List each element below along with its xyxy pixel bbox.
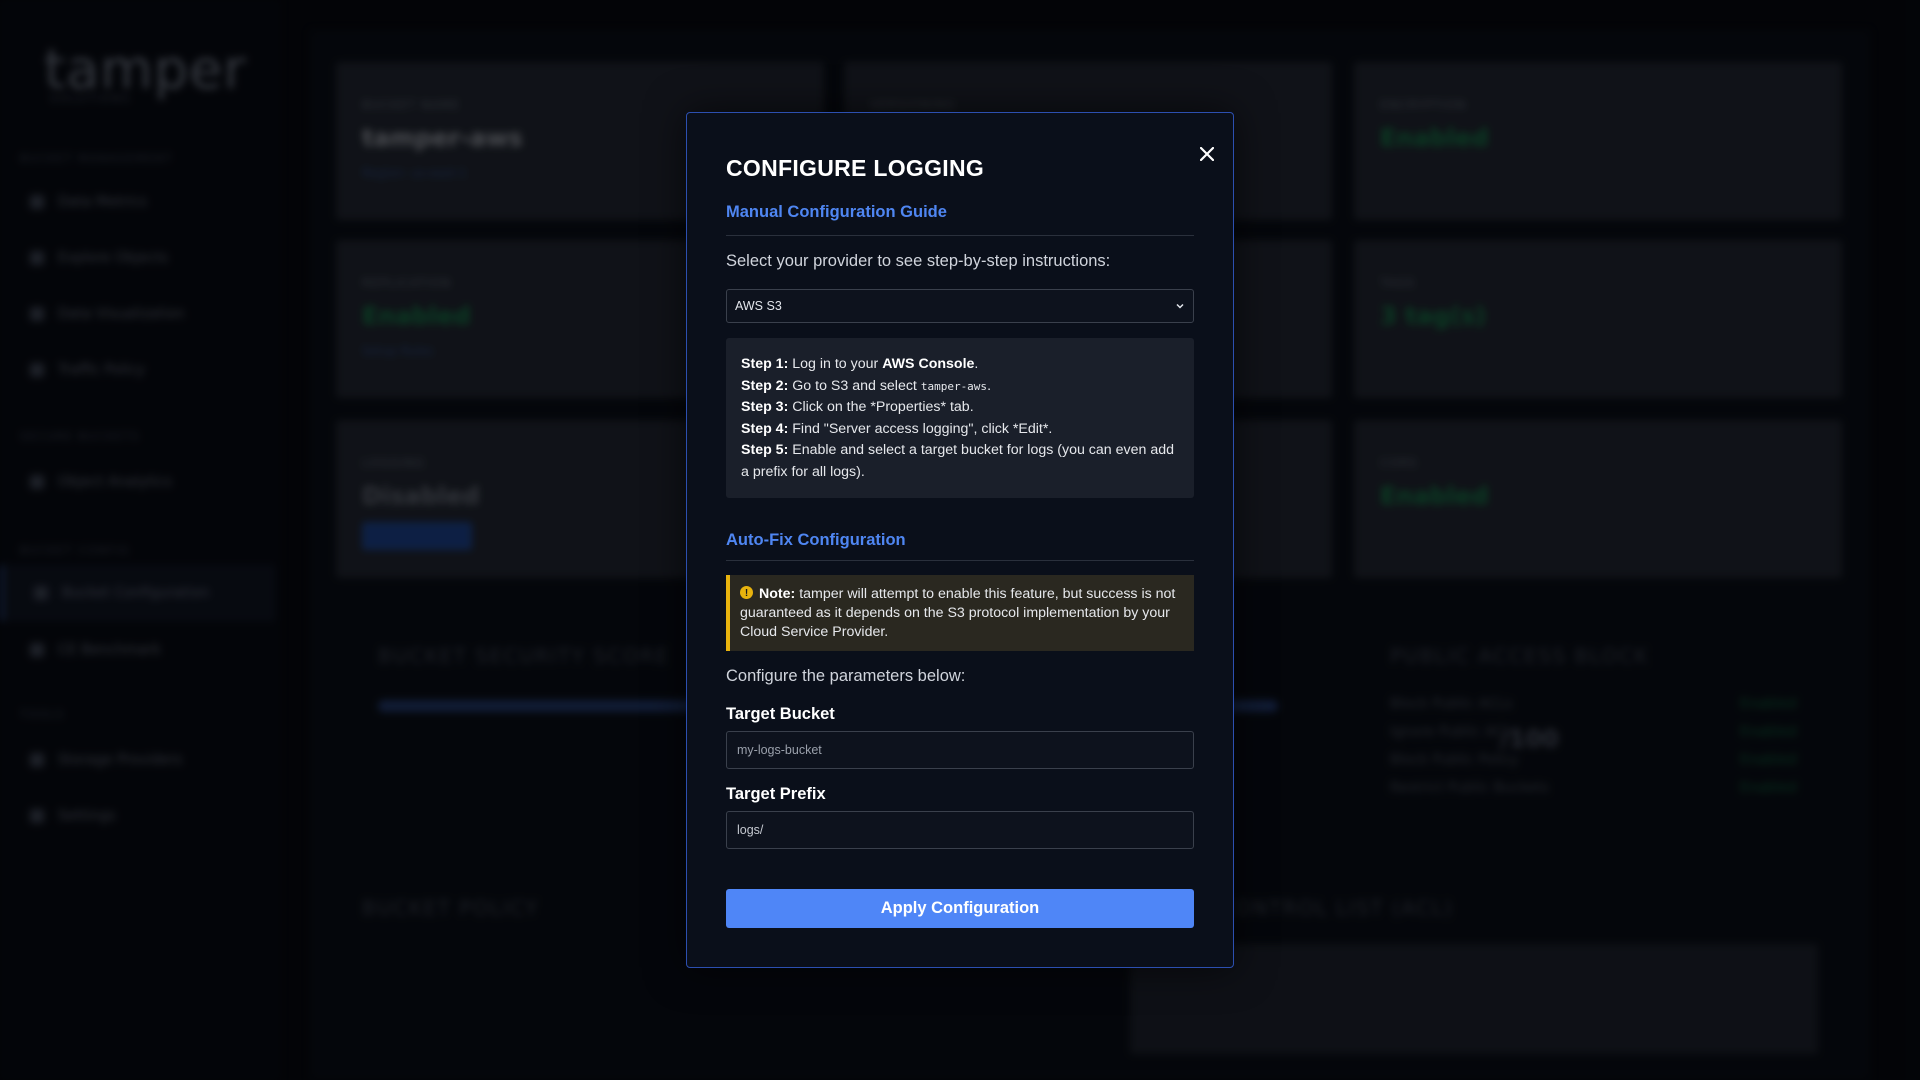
divider bbox=[726, 560, 1194, 561]
note-label: Note: bbox=[759, 586, 796, 602]
autofix-title: Auto-Fix Configuration bbox=[726, 531, 906, 549]
target-bucket-label: Target Bucket bbox=[726, 705, 835, 723]
divider bbox=[726, 235, 1194, 236]
configure-logging-modal: CONFIGURE LOGGING Manual Configuration G… bbox=[686, 112, 1234, 968]
manual-guide-title: Manual Configuration Guide bbox=[726, 203, 947, 221]
close-button[interactable] bbox=[1192, 139, 1222, 169]
provider-select[interactable]: AWS S3 bbox=[726, 289, 1194, 323]
target-prefix-input[interactable] bbox=[726, 811, 1194, 849]
provider-prompt: Select your provider to see step-by-step… bbox=[726, 252, 1111, 270]
params-prompt: Configure the parameters below: bbox=[726, 667, 966, 685]
step-1: Step 1: Log in to your AWS Console. bbox=[741, 356, 979, 372]
steps-box: Step 1: Log in to your AWS Console. Step… bbox=[726, 338, 1194, 498]
note-text: tamper will attempt to enable this featu… bbox=[740, 586, 1176, 640]
autofix-note: Note: tamper will attempt to enable this… bbox=[726, 575, 1194, 651]
step-3: Step 3: Click on the *Properties* tab. bbox=[741, 399, 974, 415]
step-5: Step 5: Enable and select a target bucke… bbox=[741, 442, 1174, 480]
step-2: Step 2: Go to S3 and select tamper-aws. bbox=[741, 377, 992, 394]
modal-title: CONFIGURE LOGGING bbox=[726, 155, 985, 181]
target-prefix-label: Target Prefix bbox=[726, 785, 826, 803]
apply-configuration-button[interactable]: Apply Configuration bbox=[726, 889, 1194, 928]
step-4: Step 4: Find "Server access logging", cl… bbox=[741, 420, 1053, 437]
app-root: tamper SOLUTIONS BUCKET MANAGEMENT Data … bbox=[0, 0, 1920, 1080]
provider-select-value: AWS S3 bbox=[735, 299, 782, 313]
chevron-down-icon bbox=[1176, 303, 1184, 309]
close-icon bbox=[1200, 147, 1214, 161]
warning-icon bbox=[740, 584, 753, 603]
target-bucket-input[interactable] bbox=[726, 731, 1194, 769]
